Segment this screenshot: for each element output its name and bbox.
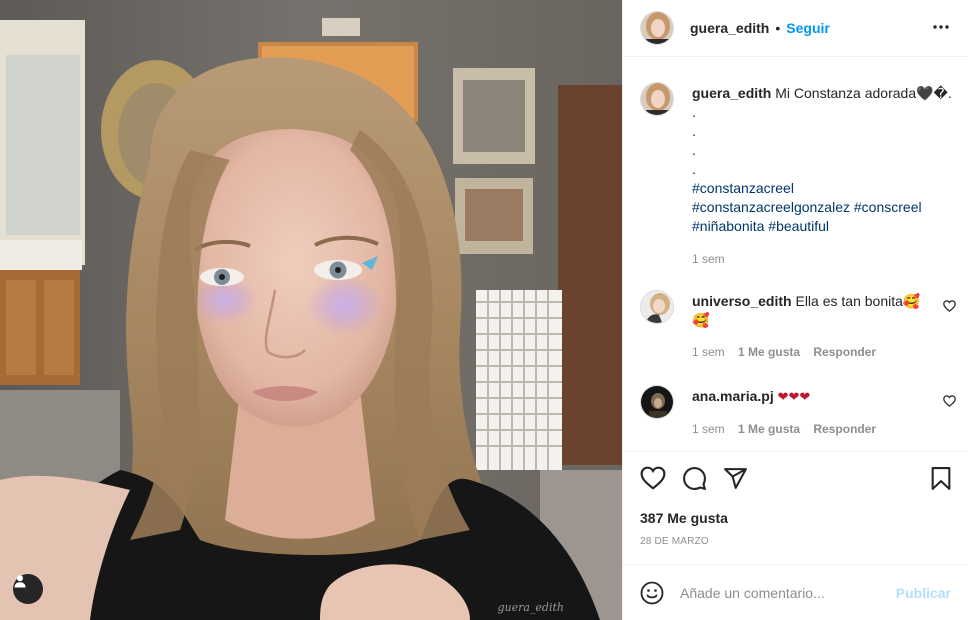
comment-like-button[interactable] <box>943 299 956 317</box>
comment-like-button[interactable] <box>943 394 956 412</box>
caption-username[interactable]: guera_edith <box>692 85 771 101</box>
heart-icon <box>943 395 956 407</box>
separator-dot: • <box>775 20 781 36</box>
post-date[interactable]: 28 DE MARZO <box>640 536 709 547</box>
heart-icon <box>943 300 956 312</box>
save-button[interactable] <box>930 466 952 496</box>
comment-text: Ella es tan bonita🥰 <box>795 293 921 309</box>
post-actions: 387 Me gusta 28 DE MARZO <box>623 451 968 564</box>
comments-section[interactable]: guera_edith Mi Constanza adorada🖤�. . . … <box>623 58 968 451</box>
avatar[interactable] <box>640 385 674 419</box>
avatar[interactable] <box>640 82 674 116</box>
hashtag-link[interactable]: #niñabonita <box>692 218 764 234</box>
reply-button[interactable]: Responder <box>813 345 876 359</box>
caption-dot: . <box>692 161 696 177</box>
avatar[interactable] <box>640 290 674 324</box>
comment-username[interactable]: ana.maria.pj <box>692 388 774 404</box>
more-options-button[interactable] <box>932 18 950 41</box>
add-comment-bar: Publicar <box>623 564 968 620</box>
heart-icon <box>640 466 666 490</box>
comment-meta: 1 sem 1 Me gusta Responder <box>692 345 876 359</box>
reply-button[interactable]: Responder <box>813 422 876 436</box>
caption-time[interactable]: 1 sem <box>692 250 962 269</box>
comment-time[interactable]: 1 sem <box>692 422 725 436</box>
share-button[interactable] <box>723 466 748 496</box>
photo-watermark: guera_edith <box>497 601 564 614</box>
header-username[interactable]: guera_edith <box>690 20 769 36</box>
hashtag-link[interactable]: #conscreel <box>854 199 922 215</box>
user-tag-button[interactable] <box>13 574 43 604</box>
caption-body: guera_edith Mi Constanza adorada🖤�. . . … <box>692 84 962 269</box>
avatar[interactable] <box>640 11 674 45</box>
post-header: guera_edith • Seguir <box>623 0 968 57</box>
post-details-panel: guera_edith • Seguir guera_edith Mi Cons… <box>622 0 968 620</box>
paper-plane-icon <box>724 468 747 489</box>
caption-text: Mi Constanza adorada🖤�. <box>775 85 952 101</box>
comment-button[interactable] <box>682 466 707 496</box>
publish-button[interactable]: Publicar <box>896 585 951 601</box>
emoji-icon <box>640 581 664 604</box>
comment-likes[interactable]: 1 Me gusta <box>738 345 800 359</box>
comment-text-continued: 🥰 <box>692 312 710 328</box>
comment-input[interactable] <box>680 584 896 601</box>
user-tag-icon <box>14 575 26 588</box>
like-button[interactable] <box>640 466 666 495</box>
like-count[interactable]: 387 Me gusta <box>640 510 728 526</box>
caption-dot: . <box>692 104 696 120</box>
comment-meta: 1 sem 1 Me gusta Responder <box>692 422 876 436</box>
comment-bubble-icon <box>683 467 706 490</box>
selfie-image <box>0 0 622 620</box>
emoji-button[interactable] <box>640 581 664 605</box>
hashtag-link[interactable]: #beautiful <box>768 218 829 234</box>
more-options-icon <box>933 25 949 29</box>
follow-button[interactable]: Seguir <box>786 20 830 36</box>
comment-text: ❤❤❤ <box>777 389 811 404</box>
hashtag-link[interactable]: #constanzacreel <box>692 180 794 196</box>
comment-time[interactable]: 1 sem <box>692 345 725 359</box>
post-photo[interactable]: guera_edith <box>0 0 622 620</box>
hashtag-link[interactable]: #constanzacreelgonzalez <box>692 199 850 215</box>
comment-username[interactable]: universo_edith <box>692 293 792 309</box>
comment-text-block: universo_edith Ella es tan bonita🥰 🥰 <box>692 292 932 330</box>
comment-text-block: ana.maria.pj ❤❤❤ <box>692 387 932 406</box>
caption-dot: . <box>692 123 696 139</box>
caption-dot: . <box>692 142 696 158</box>
bookmark-icon <box>931 467 951 490</box>
comment-likes[interactable]: 1 Me gusta <box>738 422 800 436</box>
